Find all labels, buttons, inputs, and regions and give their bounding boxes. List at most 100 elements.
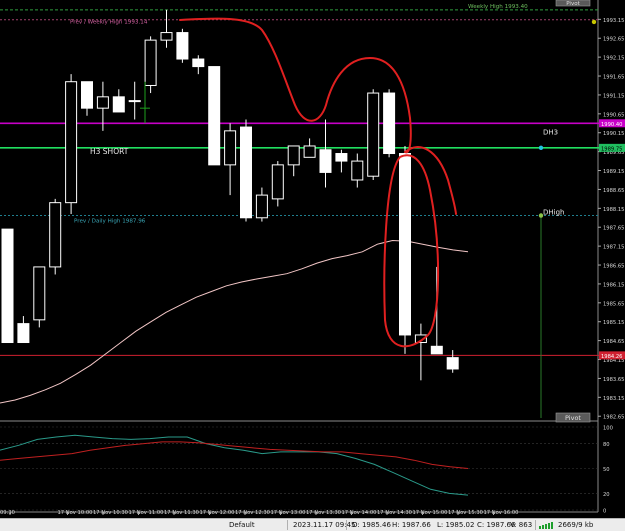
price-tick-label: 1988.65 xyxy=(603,188,624,194)
candle-body xyxy=(192,58,205,68)
candle xyxy=(144,36,157,94)
top-pivot-button: Pivot xyxy=(566,1,580,7)
status-low: L: 1985.02 xyxy=(437,521,475,529)
trading-terminal: 1993.15 1992.65 1992.15 1991.65 1991.15 1990.… xyxy=(0,0,625,531)
candle xyxy=(240,119,252,222)
candle-body xyxy=(399,153,411,336)
time-tick-label: 17 Nov 15:30 xyxy=(448,510,483,516)
candle-body xyxy=(224,130,237,166)
price-tick-label: 1992.65 xyxy=(603,37,624,43)
weekly-high-label: Weekly High 1993.40 xyxy=(468,4,528,10)
price-tick-label: 1987.65 xyxy=(603,226,624,232)
status-divider xyxy=(535,520,536,530)
osc-level-label: 50 xyxy=(603,467,610,473)
time-tick-label: 17 Nov 11:00 xyxy=(129,510,164,516)
osc-level-label: 20 xyxy=(603,492,610,498)
connection-icon xyxy=(539,521,555,529)
candle-body xyxy=(96,96,109,109)
time-tick-label: 17 Nov 10:00 xyxy=(58,510,93,516)
candle-body xyxy=(287,145,300,166)
status-high: H: 1987.66 xyxy=(392,521,431,529)
dh3-marker xyxy=(538,145,544,151)
price-tick-label: 1992.15 xyxy=(603,56,624,62)
candle-body xyxy=(383,92,396,155)
candle-body xyxy=(81,81,93,109)
status-divider xyxy=(287,520,288,530)
candle-body xyxy=(335,153,348,162)
status-bar: Default 2023.11.17 09:45 O: 1985.46 H: 1… xyxy=(0,518,625,531)
time-tick-label: 09:30 xyxy=(0,510,15,516)
candle xyxy=(208,66,221,166)
h3-price-box: 1989.75 xyxy=(601,146,622,152)
candle xyxy=(176,28,189,63)
prev-weekly-high-label: Prev / Weekly High 1993.14 xyxy=(70,20,148,26)
candle-body xyxy=(303,145,316,158)
candle xyxy=(49,198,62,275)
candle-body xyxy=(271,164,284,200)
price-tick-label: 1986.65 xyxy=(603,264,624,270)
price-tick-label: 1991.15 xyxy=(603,93,624,99)
time-tick-label: 17 Nov 13:30 xyxy=(306,510,341,516)
candle-body xyxy=(17,323,30,344)
candle xyxy=(1,228,14,344)
time-tick-label: 17 Nov 14:00 xyxy=(342,510,377,516)
chart-background xyxy=(0,0,625,520)
time-tick-label: 17 Nov 12:30 xyxy=(235,510,270,516)
price-tick-label: 1982.65 xyxy=(603,415,624,421)
dh3-price-box: 1990.40 xyxy=(601,122,622,128)
price-tick-label: 1987.15 xyxy=(603,245,624,251)
time-tick-label: 17 Nov 14:30 xyxy=(377,510,412,516)
candle-body xyxy=(160,32,173,41)
time-tick-label: 17 Nov 10:30 xyxy=(93,510,128,516)
candle-body xyxy=(351,160,364,181)
price-tick-label: 1989.15 xyxy=(603,169,624,175)
price-tick-label: 1986.15 xyxy=(603,282,624,288)
candle-body xyxy=(208,66,221,166)
candle-body xyxy=(446,357,459,370)
candle-body xyxy=(128,100,141,103)
price-tick-label: 1983.65 xyxy=(603,377,624,383)
dhigh-label: DHigh xyxy=(543,209,564,217)
time-tick-label: 17 Nov 12:00 xyxy=(200,510,235,516)
osc-level-label: 100 xyxy=(603,426,613,432)
time-tick-label: 17 Nov 11:30 xyxy=(164,510,199,516)
time-tick-label: 17 Nov 13:00 xyxy=(271,510,306,516)
price-tick-label: 1985.15 xyxy=(603,320,624,326)
price-tick-label: 1984.65 xyxy=(603,339,624,345)
candle xyxy=(399,145,411,354)
dh3-label: DH3 xyxy=(543,128,558,136)
price-tick-label: 1990.65 xyxy=(603,112,624,118)
pivot-button: Pivot xyxy=(565,414,581,422)
candle-body xyxy=(144,39,157,86)
status-volume: V: 863 xyxy=(510,521,533,529)
profile-name[interactable]: Default xyxy=(229,519,255,531)
osc-level-label: 0 xyxy=(603,509,606,515)
candle-body xyxy=(112,96,125,113)
candle-body xyxy=(1,228,14,344)
candle-body xyxy=(65,81,78,204)
price-tick-label: 1983.15 xyxy=(603,396,624,402)
price-tick-label: 1993.15 xyxy=(603,18,624,24)
price-tick-label: 1985.65 xyxy=(603,301,624,307)
candle xyxy=(65,74,78,214)
status-open: O: 1985.46 xyxy=(352,521,391,529)
candle-body xyxy=(176,32,189,60)
candle-body xyxy=(49,202,62,268)
candle xyxy=(367,89,380,180)
support-price-box: 1984.26 xyxy=(601,354,622,360)
time-tick-label: 17 Nov 16:00 xyxy=(484,510,519,516)
price-tick-label: 1990.15 xyxy=(603,131,624,137)
candle-body xyxy=(33,266,46,321)
price-tick-label: 1988.15 xyxy=(603,207,624,213)
candle-body xyxy=(255,194,268,219)
candle-body xyxy=(240,126,252,219)
time-tick-label: 17 Nov 15:00 xyxy=(413,510,448,516)
osc-level-label: 80 xyxy=(603,442,610,448)
status-divider xyxy=(346,520,347,530)
connection-traffic: 2669/9 kb xyxy=(558,521,594,529)
prev-daily-high-label: Prev / Daily High 1987.96 xyxy=(74,219,146,225)
candle-body xyxy=(319,149,332,173)
candle xyxy=(33,266,46,328)
candle-body xyxy=(430,345,443,355)
price-chart[interactable]: 1993.15 1992.65 1992.15 1991.65 1991.15 1990.… xyxy=(0,0,625,520)
